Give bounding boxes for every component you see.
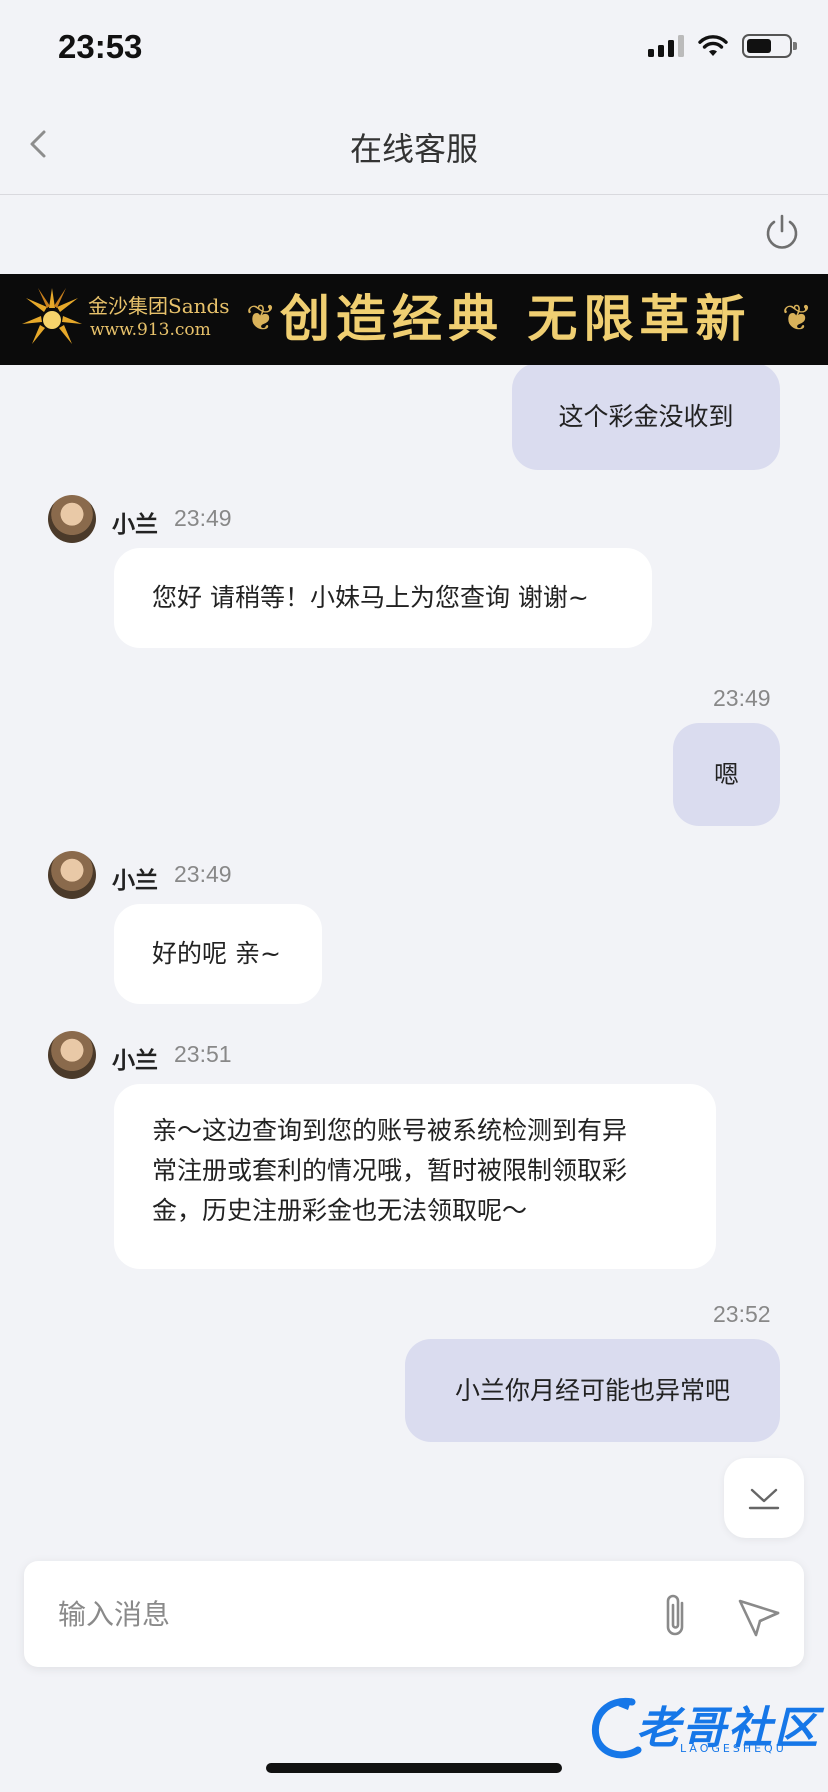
avatar[interactable] (48, 1031, 96, 1079)
wifi-icon (698, 35, 728, 56)
avatar[interactable] (48, 495, 96, 543)
nav-bar: 在线客服 (0, 96, 828, 195)
sender-name: 小兰 (112, 868, 158, 894)
incoming-message: 好的呢 亲~ (114, 904, 322, 1004)
message-input[interactable] (58, 1587, 618, 1641)
incoming-message: 您好 请稍等！小妹马上为您查询 谢谢~ (114, 548, 652, 648)
avatar[interactable] (48, 851, 96, 899)
status-time: 23:53 (58, 28, 143, 65)
message-time: 23:49 (713, 685, 771, 711)
message-text: 嗯 (713, 760, 739, 789)
ornament-icon: ❦ (246, 298, 277, 339)
message-text-line: 常注册或套利的情况哦，暂时被限制领取彩 (152, 1156, 628, 1185)
message-time: 23:52 (713, 1301, 771, 1327)
battery-icon (742, 34, 797, 58)
page-title: 在线客服 (349, 130, 478, 168)
message-time: 23:49 (174, 505, 232, 531)
outgoing-message: 小兰你月经可能也异常吧 (405, 1339, 780, 1442)
scroll-down-icon (748, 1488, 780, 1510)
incoming-message: 亲～这边查询到您的账号被系统检测到有异 常注册或套利的情况哦，暂时被限制领取彩 … (114, 1084, 716, 1269)
sender-name: 小兰 (112, 512, 158, 538)
home-indicator[interactable] (266, 1763, 562, 1773)
message-composer (24, 1561, 804, 1667)
message-text: 您好 请稍等！小妹马上为您查询 谢谢~ (152, 583, 589, 612)
message-text-line: 亲～这边查询到您的账号被系统检测到有异 (152, 1116, 628, 1145)
scroll-down-button[interactable] (724, 1458, 804, 1538)
message-text: 小兰你月经可能也异常吧 (454, 1376, 730, 1405)
ornament-icon: ❦ (782, 298, 813, 339)
sun-logo-icon (22, 288, 82, 344)
tool-row (0, 196, 828, 274)
banner-url: www.913.com (90, 320, 211, 340)
outgoing-message: 嗯 (673, 723, 780, 826)
watermark-subtext: LAOGESHEQU (680, 1742, 787, 1755)
message-text-line: 金，历史注册彩金也无法领取呢～ (152, 1196, 528, 1225)
sender-name: 小兰 (112, 1048, 158, 1074)
status-icons (648, 34, 797, 58)
chat-thread[interactable]: 这个彩金没收到 小兰 23:49 您好 请稍等！小妹马上为您查询 谢谢~ 23:… (0, 365, 828, 1560)
message-time: 23:51 (174, 1041, 232, 1067)
message-text: 好的呢 亲~ (152, 939, 281, 968)
cellular-signal-icon (648, 35, 684, 57)
paperclip-icon[interactable] (654, 1591, 698, 1641)
banner-brand: 金沙集团Sands (88, 294, 230, 318)
message-time: 23:49 (174, 861, 232, 887)
message-text: 这个彩金没收到 (558, 402, 734, 431)
send-icon[interactable] (734, 1591, 784, 1641)
power-icon[interactable] (762, 212, 802, 252)
ad-banner[interactable]: 金沙集团Sands www.913.com ❦ 创造经典 无限革新 ❦ (0, 274, 828, 365)
status-bar: 23:53 (0, 0, 828, 96)
banner-slogan: 创造经典 无限革新 (280, 289, 752, 348)
outgoing-message: 这个彩金没收到 (512, 365, 780, 470)
watermark: 老哥社区 LAOGESHEQU (588, 1690, 818, 1770)
